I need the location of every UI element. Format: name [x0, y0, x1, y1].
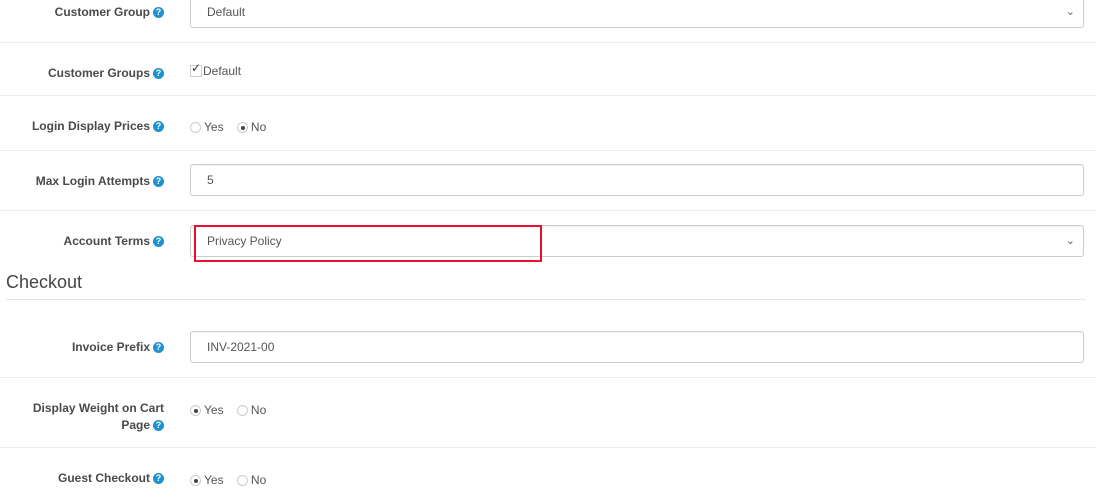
guest-checkout-label: Guest Checkout? — [0, 470, 164, 487]
chevron-down-icon: ⌄ — [1065, 6, 1075, 18]
max-login-attempts-input[interactable]: 5 — [190, 164, 1084, 196]
customer-group-label: Customer Group? — [0, 4, 164, 21]
checkbox[interactable] — [190, 61, 202, 77]
max-login-attempts-row: Max Login Attempts? 5 — [0, 151, 1096, 211]
invoice-prefix-label: Invoice Prefix? — [0, 339, 164, 356]
invoice-prefix-input[interactable]: INV-2021-00 — [190, 331, 1084, 363]
help-icon[interactable]: ? — [153, 68, 164, 79]
radio-yes[interactable]: Yes — [190, 120, 224, 134]
login-display-prices-row: Login Display Prices? Yes No — [0, 96, 1096, 151]
help-icon[interactable]: ? — [153, 176, 164, 187]
customer-group-select[interactable]: Default ⌄ — [190, 0, 1084, 28]
display-weight-options: Yes No — [190, 403, 276, 417]
customer-groups-checkbox-default[interactable]: Default — [190, 61, 241, 78]
account-terms-row: Account Terms? Privacy Policy ⌄ — [0, 211, 1096, 271]
customer-groups-label: Customer Groups? — [0, 65, 164, 82]
highlight-box — [194, 225, 542, 262]
chevron-down-icon: ⌄ — [1065, 235, 1075, 247]
guest-checkout-options: Yes No — [190, 473, 276, 487]
customer-group-row: Customer Group? Default ⌄ — [0, 0, 1096, 43]
login-display-prices-options: Yes No — [190, 120, 276, 134]
customer-groups-row: Customer Groups? Default — [0, 42, 1096, 96]
radio-no[interactable]: No — [236, 403, 266, 417]
invoice-prefix-row: Invoice Prefix? INV-2021-00 — [0, 318, 1096, 378]
help-icon[interactable]: ? — [153, 236, 164, 247]
radio-no[interactable]: No — [236, 120, 266, 134]
account-terms-label: Account Terms? — [0, 233, 164, 250]
max-login-attempts-label: Max Login Attempts? — [0, 173, 164, 190]
help-icon[interactable]: ? — [153, 473, 164, 484]
display-weight-label: Display Weight on Cart Page? — [32, 401, 164, 432]
radio-yes[interactable]: Yes — [190, 403, 224, 417]
help-icon[interactable]: ? — [153, 7, 164, 18]
section-title-checkout: Checkout — [6, 272, 83, 292]
help-icon[interactable]: ? — [153, 420, 164, 431]
radio-no[interactable]: No — [236, 473, 266, 487]
display-weight-row: Display Weight on Cart Page? Yes No — [0, 378, 1096, 448]
guest-checkout-row: Guest Checkout? Yes No — [0, 448, 1096, 502]
radio-yes[interactable]: Yes — [190, 473, 224, 487]
help-icon[interactable]: ? — [153, 121, 164, 132]
section-divider — [6, 299, 1086, 300]
help-icon[interactable]: ? — [153, 342, 164, 353]
login-display-prices-label: Login Display Prices? — [0, 118, 164, 135]
